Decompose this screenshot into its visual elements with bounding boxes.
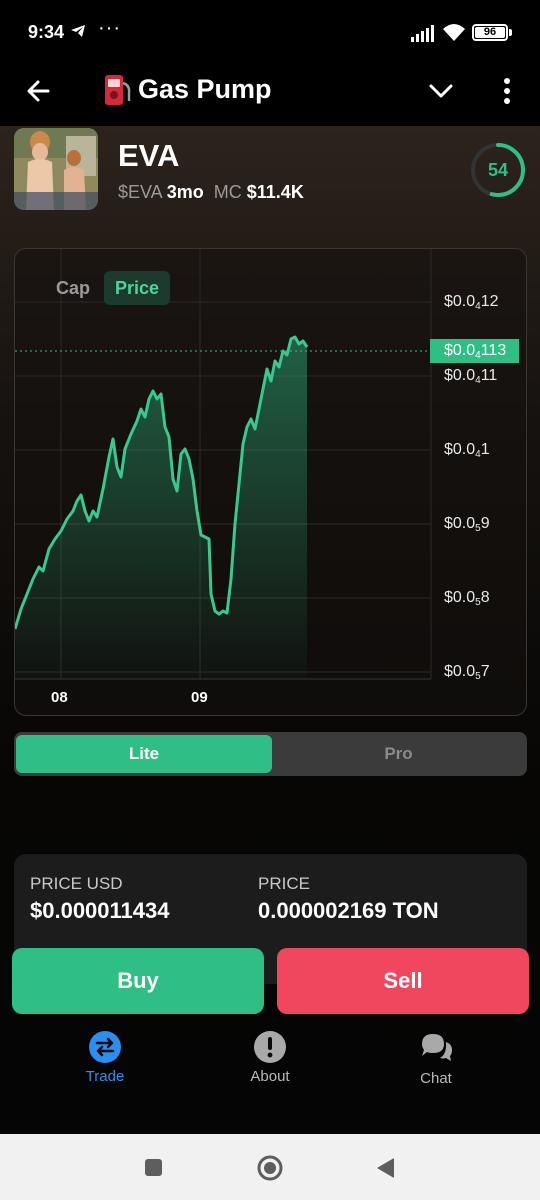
main-content: EVA $EVA 3mo MC $11.4K 54 Cap Price $0.0… bbox=[0, 126, 540, 1134]
buy-button[interactable]: Buy bbox=[12, 948, 264, 1014]
mode-lite-button[interactable]: Lite bbox=[16, 735, 272, 773]
tab-about[interactable]: About bbox=[215, 1026, 325, 1096]
gas-pump-icon bbox=[105, 75, 131, 105]
token-name: EVA bbox=[118, 138, 180, 173]
y-axis-label: $0.0411 bbox=[444, 367, 498, 386]
current-price-tag: $0.04113 bbox=[430, 339, 519, 363]
status-bar: 9:34 ··· 96 bbox=[0, 0, 540, 64]
price-chart[interactable]: Cap Price $0.0412 $0.0411 $0.041 $0.059 … bbox=[14, 248, 527, 716]
score-ring[interactable]: 54 bbox=[470, 142, 526, 198]
more-vertical-icon[interactable] bbox=[496, 74, 518, 108]
tab-trade-label: Trade bbox=[85, 1068, 125, 1085]
wifi-icon bbox=[443, 24, 465, 41]
price-usd-label: PRICE USD bbox=[30, 874, 123, 893]
system-nav-bar bbox=[0, 1134, 540, 1200]
chart-canvas bbox=[15, 249, 432, 680]
toggle-cap[interactable]: Cap bbox=[45, 271, 101, 305]
swap-icon bbox=[89, 1031, 121, 1063]
y-axis-label: $0.058 bbox=[444, 589, 490, 608]
chat-bubbles-icon bbox=[422, 1034, 452, 1061]
chevron-down-icon[interactable] bbox=[426, 78, 456, 104]
y-axis-label: $0.059 bbox=[444, 515, 490, 534]
x-axis-label: 08 bbox=[51, 689, 68, 706]
mode-pro-button[interactable]: Pro bbox=[272, 735, 525, 773]
token-age: 3mo bbox=[166, 182, 204, 202]
price-ton-label: PRICE bbox=[258, 874, 310, 893]
info-icon bbox=[254, 1031, 286, 1063]
battery-level: 96 bbox=[483, 26, 497, 38]
y-axis-label: $0.057 bbox=[444, 663, 490, 682]
tab-chat[interactable]: Chat bbox=[381, 1026, 491, 1096]
back-triangle-icon[interactable] bbox=[374, 1156, 396, 1180]
token-ticker: $EVA bbox=[118, 182, 162, 202]
status-more-dots: ··· bbox=[98, 17, 121, 39]
y-axis-label: $0.041 bbox=[444, 441, 490, 460]
battery-tip bbox=[509, 29, 512, 36]
tab-chat-label: Chat bbox=[420, 1070, 452, 1087]
recents-button[interactable] bbox=[145, 1159, 162, 1176]
mode-toggle: Lite Pro bbox=[14, 732, 527, 776]
telegram-icon bbox=[71, 25, 85, 37]
y-axis-label: $0.0412 bbox=[444, 293, 499, 312]
home-button-icon[interactable] bbox=[256, 1154, 284, 1182]
tab-about-label: About bbox=[250, 1068, 290, 1085]
status-time: 9:34 bbox=[28, 22, 65, 42]
x-axis-label: 09 bbox=[191, 689, 208, 706]
token-meta: $EVA 3mo MC $11.4K bbox=[118, 182, 304, 203]
token-avatar[interactable] bbox=[14, 128, 98, 210]
signal-icon bbox=[411, 25, 434, 42]
price-usd-value: $0.000011434 bbox=[30, 898, 170, 923]
tab-trade[interactable]: Trade bbox=[50, 1026, 160, 1096]
market-cap-value: $11.4K bbox=[246, 182, 304, 202]
battery-icon: 96 bbox=[472, 24, 508, 41]
back-arrow-icon[interactable] bbox=[22, 74, 56, 108]
app-header: Gas Pump bbox=[0, 64, 540, 126]
market-cap-label: MC bbox=[213, 182, 242, 202]
app-title: Gas Pump bbox=[138, 74, 272, 104]
score-value: 54 bbox=[487, 160, 509, 180]
sell-button[interactable]: Sell bbox=[277, 948, 529, 1014]
price-ton-value: 0.000002169 TON bbox=[258, 898, 439, 923]
toggle-price[interactable]: Price bbox=[104, 271, 170, 305]
